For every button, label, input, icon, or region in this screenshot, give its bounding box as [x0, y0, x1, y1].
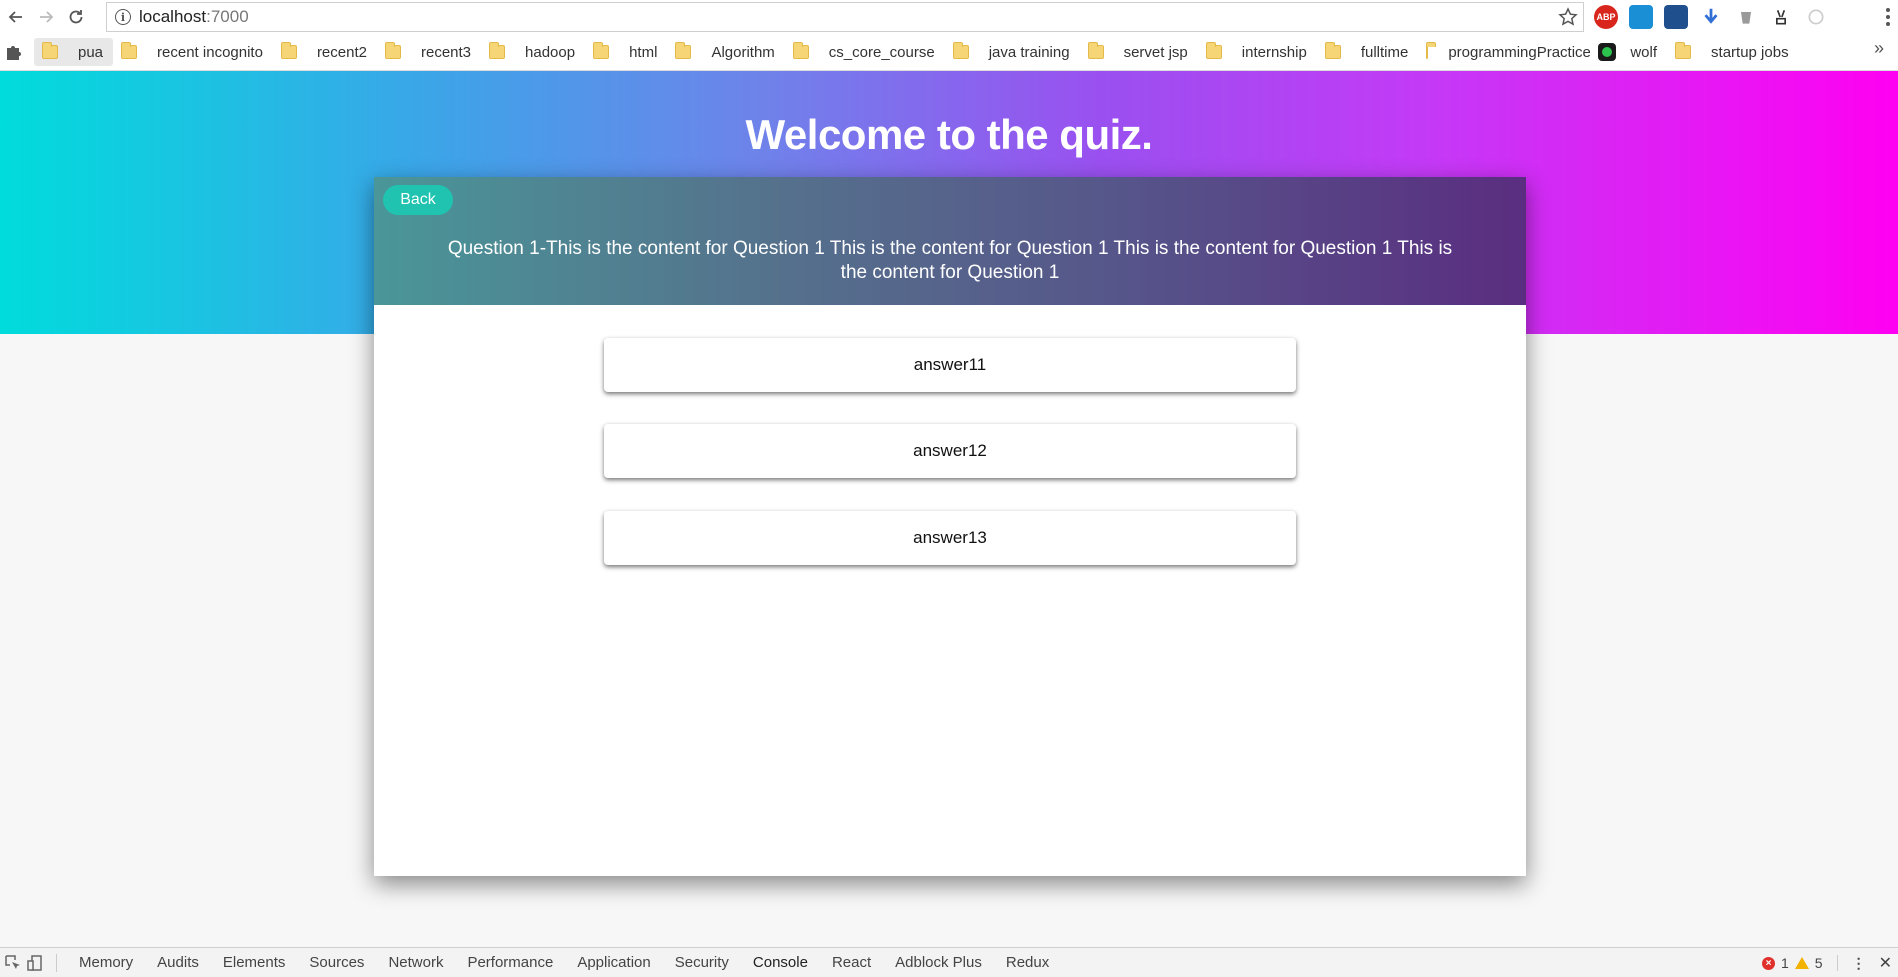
close-devtools-icon[interactable]: ✕	[1879, 953, 1892, 973]
warning-count[interactable]: 5	[1815, 955, 1823, 971]
bookmark-label: startup jobs	[1711, 43, 1789, 61]
bookmark-pua[interactable]: pua	[34, 38, 114, 66]
folder-icon	[1324, 42, 1341, 59]
bookmark-label: java training	[988, 43, 1070, 61]
bookmark-fulltime[interactable]: fulltime	[1317, 38, 1419, 66]
back-arrow-icon[interactable]	[2, 3, 30, 31]
forward-arrow-icon[interactable]	[32, 3, 60, 31]
bookmark-label: html	[629, 43, 658, 61]
answer-option-1[interactable]: answer11	[604, 338, 1296, 392]
cup-icon[interactable]	[1734, 5, 1758, 29]
divider	[1836, 955, 1838, 971]
address-bar[interactable]: i localhost:7000	[106, 2, 1584, 32]
bookmark-label: wolf	[1630, 43, 1658, 61]
wolf-icon	[1598, 43, 1617, 61]
bookmark-label: recent incognito	[157, 43, 263, 61]
bookmark-wolf[interactable]: wolf	[1590, 38, 1667, 66]
bookmark-recent2[interactable]: recent2	[273, 38, 377, 66]
bookmark-label: programmingPractice	[1448, 43, 1591, 61]
bookmarks-overflow-icon[interactable]: »	[1874, 38, 1884, 59]
question-header: Back Question 1-This is the content for …	[374, 177, 1526, 305]
browser-toolbar: i localhost:7000 ABP	[0, 0, 1898, 34]
bookmarks-bar: pua recent incognito recent2 recent3 had…	[0, 34, 1898, 71]
window-icon[interactable]	[1629, 5, 1653, 29]
question-text: Question 1-This is the content for Quest…	[447, 238, 1453, 283]
browser-menu-icon[interactable]	[1882, 6, 1894, 28]
folder-icon	[1205, 42, 1222, 59]
devtools-tab-memory[interactable]: Memory	[67, 954, 145, 971]
bookmark-hadoop[interactable]: hadoop	[481, 38, 585, 66]
chart-icon[interactable]	[1664, 5, 1688, 29]
url-port: :7000	[206, 7, 249, 26]
back-button[interactable]: Back	[383, 185, 453, 215]
devtools-status: × 1 5 ⋮ ✕	[1762, 953, 1892, 973]
bookmark-label: recent3	[420, 43, 472, 61]
folder-icon	[489, 42, 506, 59]
folder-icon	[1426, 42, 1437, 59]
devtools-tabbar: Memory Audits Elements Sources Network P…	[0, 947, 1898, 977]
folder-icon	[1087, 42, 1104, 59]
warning-icon	[1794, 957, 1809, 969]
devtools-tab-performance[interactable]: Performance	[455, 954, 565, 971]
folder-icon	[42, 42, 58, 59]
bookmark-label: Algorithm	[711, 43, 775, 61]
answer-option-2[interactable]: answer12	[604, 424, 1296, 478]
devtools-tab-redux[interactable]: Redux	[994, 954, 1061, 971]
extension-icons: ABP	[1594, 5, 1828, 29]
device-toolbar-icon[interactable]	[26, 954, 44, 972]
devtools-tab-console[interactable]: Console	[741, 954, 820, 971]
divider	[56, 953, 57, 972]
reload-icon[interactable]	[62, 3, 90, 31]
folder-icon	[280, 42, 297, 59]
folder-icon	[1675, 42, 1692, 59]
circle-icon[interactable]	[1804, 5, 1828, 29]
bookmark-label: fulltime	[1360, 43, 1409, 61]
bookmark-html[interactable]: html	[585, 38, 667, 66]
devtools-menu-icon[interactable]: ⋮	[1852, 955, 1866, 972]
bookmark-label: pua	[78, 43, 104, 61]
devtools-tab-sources[interactable]: Sources	[297, 954, 376, 971]
folder-icon	[792, 42, 809, 59]
folder-icon	[952, 42, 969, 59]
url-host: localhost	[139, 7, 207, 26]
bookmark-label: recent2	[316, 43, 367, 61]
devtools-tab-react[interactable]: React	[820, 954, 883, 971]
devtools-tab-adblock-plus[interactable]: Adblock Plus	[883, 954, 994, 971]
bookmark-label: hadoop	[525, 43, 576, 61]
bookmark-servet-jsp[interactable]: servet jsp	[1080, 38, 1198, 66]
bookmark-java-training[interactable]: java training	[945, 38, 1080, 66]
answer-option-3[interactable]: answer13	[604, 511, 1296, 565]
peace-icon[interactable]	[1769, 5, 1793, 29]
bookmark-recent3[interactable]: recent3	[377, 38, 481, 66]
devtools-tab-elements[interactable]: Elements	[211, 954, 298, 971]
bookmark-recent-incognito[interactable]: recent incognito	[113, 38, 273, 66]
folder-icon	[593, 42, 610, 59]
adblock-plus-icon[interactable]: ABP	[1594, 5, 1618, 29]
folder-icon	[384, 42, 401, 59]
bookmark-startup-jobs[interactable]: startup jobs	[1667, 38, 1799, 66]
error-count[interactable]: 1	[1781, 955, 1789, 971]
bookmark-label: internship	[1241, 43, 1307, 61]
devtools-tab-network[interactable]: Network	[376, 954, 455, 971]
bookmark-label: cs_core_course	[828, 43, 935, 61]
bookmark-cs-core-course[interactable]: cs_core_course	[785, 38, 945, 66]
devtools-tab-application[interactable]: Application	[565, 954, 662, 971]
bookmark-label: servet jsp	[1123, 43, 1188, 61]
devtools-tab-security[interactable]: Security	[663, 954, 741, 971]
folder-icon	[675, 42, 692, 59]
error-icon: ×	[1762, 956, 1775, 970]
quiz-card: Back Question 1-This is the content for …	[374, 177, 1526, 876]
inspect-element-icon[interactable]	[4, 954, 22, 972]
site-info-icon[interactable]: i	[115, 9, 131, 25]
puzzle-icon[interactable]	[4, 42, 24, 62]
bookmark-algorithm[interactable]: Algorithm	[667, 38, 784, 66]
url-text: localhost:7000	[139, 7, 249, 27]
bookmark-internship[interactable]: internship	[1198, 38, 1317, 66]
devtools-tab-audits[interactable]: Audits	[145, 954, 211, 971]
bookmark-star-icon[interactable]	[1557, 6, 1579, 28]
folder-icon	[121, 42, 138, 59]
page-title: Welcome to the quiz.	[745, 111, 1153, 158]
bookmark-programming-practice[interactable]: programmingPractice	[1418, 38, 1590, 66]
download-icon[interactable]	[1699, 5, 1723, 29]
